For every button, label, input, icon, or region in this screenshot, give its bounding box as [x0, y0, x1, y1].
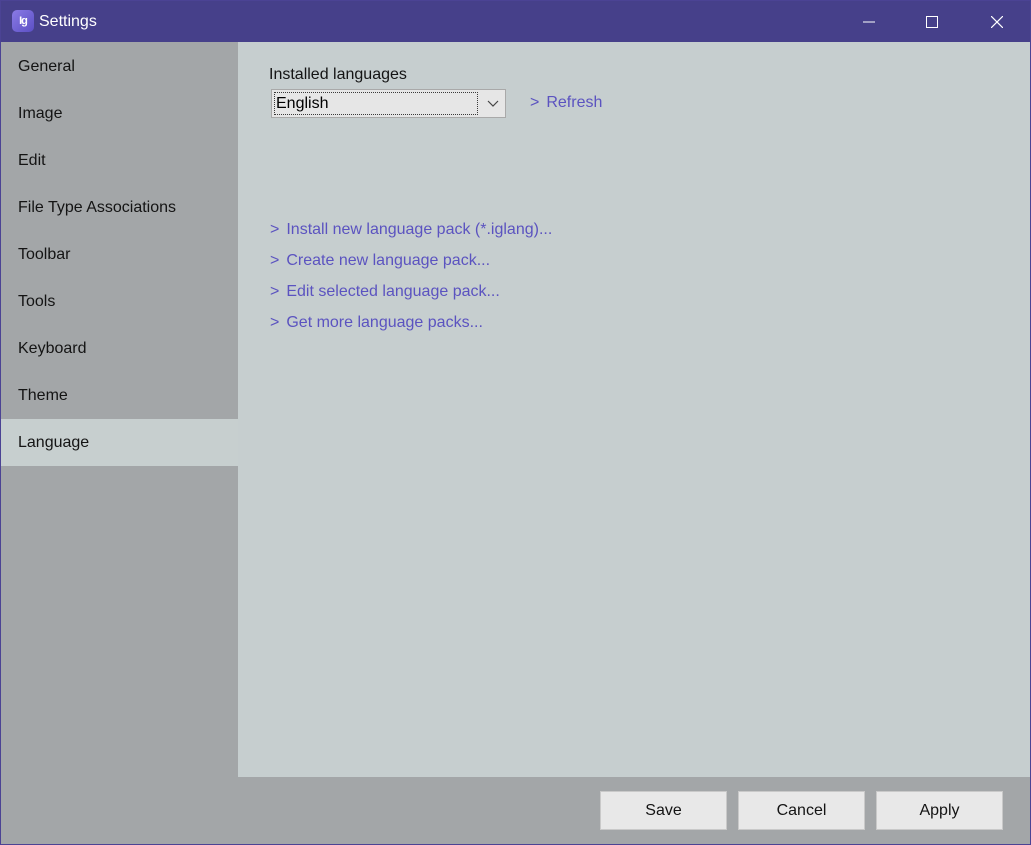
maximize-icon — [926, 15, 938, 28]
installed-languages-label: Installed languages — [269, 66, 407, 83]
app-icon: Ig — [12, 10, 34, 32]
maximize-button[interactable] — [909, 1, 955, 42]
chevron-right-icon: > — [270, 221, 280, 238]
apply-button[interactable]: Apply — [876, 791, 1003, 830]
chevron-down-icon — [487, 100, 499, 107]
cancel-button[interactable]: Cancel — [738, 791, 865, 830]
minimize-icon — [863, 21, 875, 22]
create-language-pack-link[interactable]: > Create new language pack... — [270, 251, 490, 271]
edit-language-pack-link[interactable]: > Edit selected language pack... — [270, 282, 500, 302]
get-more-language-packs-link[interactable]: > Get more language packs... — [270, 313, 483, 333]
settings-window: Ig Settings General Image Edit File Type… — [0, 0, 1031, 845]
install-language-pack-link[interactable]: > Install new language pack (*.iglang)... — [270, 220, 552, 240]
refresh-link[interactable]: > Refresh — [530, 93, 602, 113]
save-button[interactable]: Save — [600, 791, 727, 830]
language-select-value: English — [274, 92, 478, 115]
title-bar[interactable]: Ig Settings — [1, 1, 1030, 42]
minimize-button[interactable] — [846, 1, 892, 42]
sidebar-item-toolbar[interactable]: Toolbar — [1, 231, 238, 278]
language-select[interactable]: English — [271, 89, 506, 118]
close-icon — [991, 15, 1003, 28]
chevron-right-icon: > — [270, 252, 280, 269]
settings-sidebar: General Image Edit File Type Association… — [1, 42, 238, 844]
chevron-right-icon: > — [270, 314, 280, 331]
sidebar-item-image[interactable]: Image — [1, 90, 238, 137]
sidebar-item-edit[interactable]: Edit — [1, 137, 238, 184]
dialog-footer: Save Cancel Apply — [238, 777, 1030, 844]
chevron-right-icon: > — [530, 94, 540, 111]
sidebar-item-keyboard[interactable]: Keyboard — [1, 325, 238, 372]
sidebar-item-file-type-associations[interactable]: File Type Associations — [1, 184, 238, 231]
language-settings-panel: Installed languages English > Refresh > In… — [238, 42, 1030, 777]
sidebar-item-tools[interactable]: Tools — [1, 278, 238, 325]
chevron-right-icon: > — [270, 283, 280, 300]
close-button[interactable] — [974, 1, 1020, 42]
sidebar-item-general[interactable]: General — [1, 43, 238, 90]
sidebar-item-theme[interactable]: Theme — [1, 372, 238, 419]
sidebar-item-language[interactable]: Language — [1, 419, 238, 466]
window-title: Settings — [39, 13, 97, 30]
